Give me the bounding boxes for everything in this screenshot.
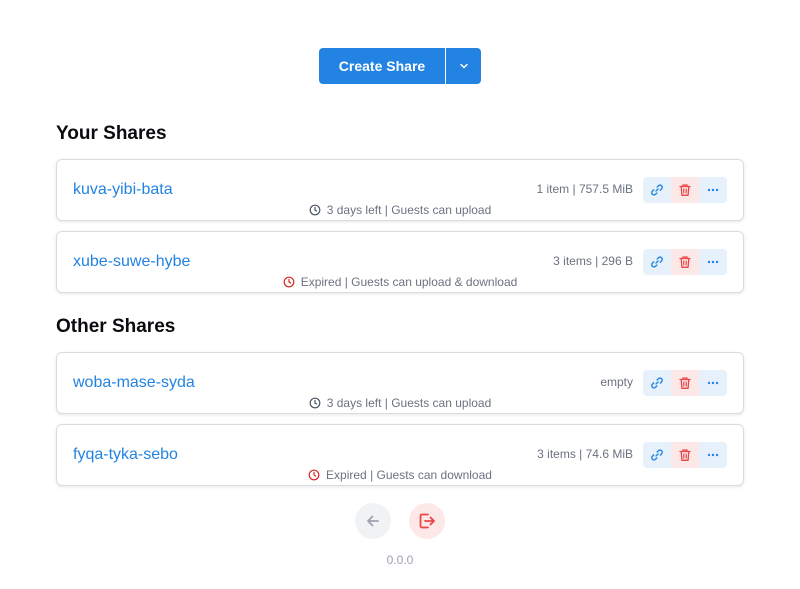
share-actions <box>643 177 727 203</box>
more-options-button[interactable] <box>699 370 727 396</box>
link-icon <box>650 448 664 462</box>
more-options-button[interactable] <box>699 177 727 203</box>
copy-link-button[interactable] <box>643 177 671 203</box>
share-meta: 3 items | 74.6 MiB <box>537 447 633 461</box>
logout-button[interactable] <box>409 503 445 539</box>
back-button[interactable] <box>355 503 391 539</box>
copy-link-button[interactable] <box>643 370 671 396</box>
more-horizontal-icon <box>706 448 720 462</box>
share-name-link[interactable]: fyqa-tyka-sebo <box>73 446 178 464</box>
chevron-down-icon <box>458 60 470 72</box>
share-meta: 1 item | 757.5 MiB <box>536 182 634 196</box>
delete-button[interactable] <box>671 442 699 468</box>
share-actions <box>643 442 727 468</box>
share-status: 3 days left | Guests can upload <box>57 203 743 217</box>
trash-icon <box>678 183 692 197</box>
more-options-button[interactable] <box>699 442 727 468</box>
create-share-dropdown-button[interactable] <box>445 48 481 84</box>
trash-icon <box>678 448 692 462</box>
create-share-split-button: Create Share <box>319 48 481 84</box>
clock-icon <box>309 397 321 409</box>
share-status-text: Expired | Guests can upload & download <box>300 275 518 289</box>
clock-icon <box>309 204 321 216</box>
delete-button[interactable] <box>671 249 699 275</box>
share-status-text: 3 days left | Guests can upload <box>326 203 492 217</box>
link-icon <box>650 255 664 269</box>
other-shares-heading: Other Shares <box>56 316 176 337</box>
share-status-text: Expired | Guests can download <box>326 468 492 482</box>
more-horizontal-icon <box>706 183 720 197</box>
share-card: woba-mase-syda empty 3 days left | Guest… <box>56 352 744 414</box>
copy-link-button[interactable] <box>643 442 671 468</box>
arrow-left-icon <box>364 512 382 530</box>
share-meta: 3 items | 296 B <box>553 254 633 268</box>
share-actions <box>643 249 727 275</box>
logout-icon <box>417 511 437 531</box>
delete-button[interactable] <box>671 177 699 203</box>
share-card: fyqa-tyka-sebo 3 items | 74.6 MiB Expire… <box>56 424 744 486</box>
create-share-button[interactable]: Create Share <box>319 48 445 84</box>
delete-button[interactable] <box>671 370 699 396</box>
share-status: Expired | Guests can download <box>57 468 743 482</box>
more-horizontal-icon <box>706 376 720 390</box>
trash-icon <box>678 376 692 390</box>
share-card: kuva-yibi-bata 1 item | 757.5 MiB 3 days… <box>56 159 744 221</box>
page: Create Share Your Shares kuva-yibi-bata … <box>0 0 800 589</box>
expired-clock-icon <box>308 469 320 481</box>
share-name-link[interactable]: woba-mase-syda <box>73 374 195 392</box>
share-card: xube-suwe-hybe 3 items | 296 B Expired |… <box>56 231 744 293</box>
trash-icon <box>678 255 692 269</box>
expired-clock-icon <box>283 276 295 288</box>
copy-link-button[interactable] <box>643 249 671 275</box>
share-status: Expired | Guests can upload & download <box>57 275 743 289</box>
share-meta: empty <box>600 375 633 389</box>
share-name-link[interactable]: kuva-yibi-bata <box>73 181 173 199</box>
share-status: 3 days left | Guests can upload <box>57 396 743 410</box>
link-icon <box>650 183 664 197</box>
share-status-text: 3 days left | Guests can upload <box>326 396 492 410</box>
link-icon <box>650 376 664 390</box>
version-label: 0.0.0 <box>386 553 414 567</box>
more-options-button[interactable] <box>699 249 727 275</box>
share-actions <box>643 370 727 396</box>
share-name-link[interactable]: xube-suwe-hybe <box>73 253 190 271</box>
more-horizontal-icon <box>706 255 720 269</box>
your-shares-heading: Your Shares <box>56 123 167 144</box>
